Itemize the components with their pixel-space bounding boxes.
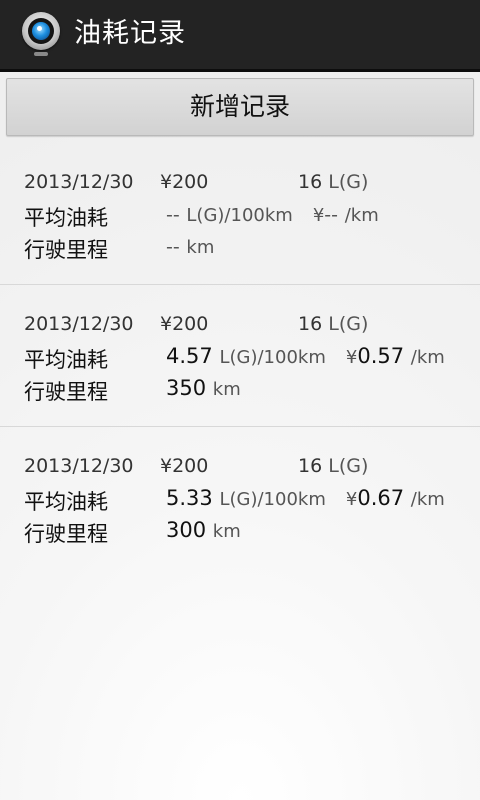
avg-consumption-label: 平均油耗: [24, 490, 108, 514]
per-km-unit: /km: [410, 489, 445, 510]
camera-lens-icon[interactable]: [22, 12, 60, 56]
fuel-value: 16: [298, 313, 323, 335]
consumption-row: 5.33 L(G)/100km ¥0.67 /km: [166, 486, 445, 510]
mileage-label: 行驶里程: [24, 238, 108, 262]
distance-value: 300: [166, 518, 207, 542]
mileage-row: 300 km: [166, 518, 241, 542]
fuel-value: 16: [298, 171, 323, 193]
yuan-sign: ¥: [160, 313, 173, 335]
amount-value: 200: [172, 313, 209, 335]
record-list-item[interactable]: 2013/12/30 ¥200 16 L(G) 平均油耗 4.57 L(G)/1…: [0, 285, 480, 427]
record-date: 2013/12/30: [24, 313, 134, 335]
record-fuel: 16 L(G): [298, 313, 368, 335]
fuel-unit: L(G): [328, 313, 369, 335]
amount-value: 200: [172, 455, 209, 477]
yuan-sign: ¥: [312, 205, 325, 226]
consumption-unit: L(G)/100km: [219, 489, 326, 510]
consumption-row: 4.57 L(G)/100km ¥0.57 /km: [166, 344, 445, 368]
record-fuel: 16 L(G): [298, 455, 368, 477]
record-fuel: 16 L(G): [298, 171, 368, 193]
distance-value: 350: [166, 376, 207, 400]
consumption-unit: L(G)/100km: [186, 205, 293, 226]
yuan-sign: ¥: [160, 171, 173, 193]
fuel-unit: L(G): [328, 455, 369, 477]
consumption-value: 5.33: [166, 486, 213, 510]
add-record-button[interactable]: 新增记录: [6, 78, 474, 136]
record-amount: ¥200: [160, 171, 208, 193]
amount-value: 200: [172, 171, 209, 193]
cost-per-km-value: --: [324, 204, 339, 226]
mileage-row: 350 km: [166, 376, 241, 400]
action-bar: 油耗记录: [0, 0, 480, 72]
per-km-unit: /km: [344, 205, 379, 226]
km-unit: km: [212, 379, 241, 400]
record-amount: ¥200: [160, 455, 208, 477]
consumption-value: --: [166, 204, 180, 226]
cost-per-km-value: 0.67: [357, 486, 405, 510]
yuan-sign: ¥: [345, 489, 358, 510]
record-list-item[interactable]: 2013/12/30 ¥200 16 L(G) 平均油耗 5.33 L(G)/1…: [0, 427, 480, 569]
fuel-unit: L(G): [328, 171, 369, 193]
avg-consumption-label: 平均油耗: [24, 206, 108, 230]
app-title: 油耗记录: [74, 18, 186, 49]
record-date: 2013/12/30: [24, 171, 134, 193]
consumption-value: 4.57: [166, 344, 213, 368]
record-date: 2013/12/30: [24, 455, 134, 477]
distance-value: --: [166, 236, 180, 258]
consumption-unit: L(G)/100km: [219, 347, 326, 368]
per-km-unit: /km: [410, 347, 445, 368]
yuan-sign: ¥: [160, 455, 173, 477]
fuel-value: 16: [298, 455, 323, 477]
mileage-label: 行驶里程: [24, 380, 108, 404]
km-unit: km: [186, 237, 215, 258]
consumption-row: -- L(G)/100km ¥-- /km: [166, 202, 379, 226]
record-amount: ¥200: [160, 313, 208, 335]
cost-per-km-value: 0.57: [357, 344, 405, 368]
record-list-item[interactable]: 2013/12/30 ¥200 16 L(G) 平均油耗 -- L(G)/100…: [0, 143, 480, 285]
yuan-sign: ¥: [345, 347, 358, 368]
mileage-row: -- km: [166, 234, 214, 258]
mileage-label: 行驶里程: [24, 522, 108, 546]
avg-consumption-label: 平均油耗: [24, 348, 108, 372]
km-unit: km: [212, 521, 241, 542]
